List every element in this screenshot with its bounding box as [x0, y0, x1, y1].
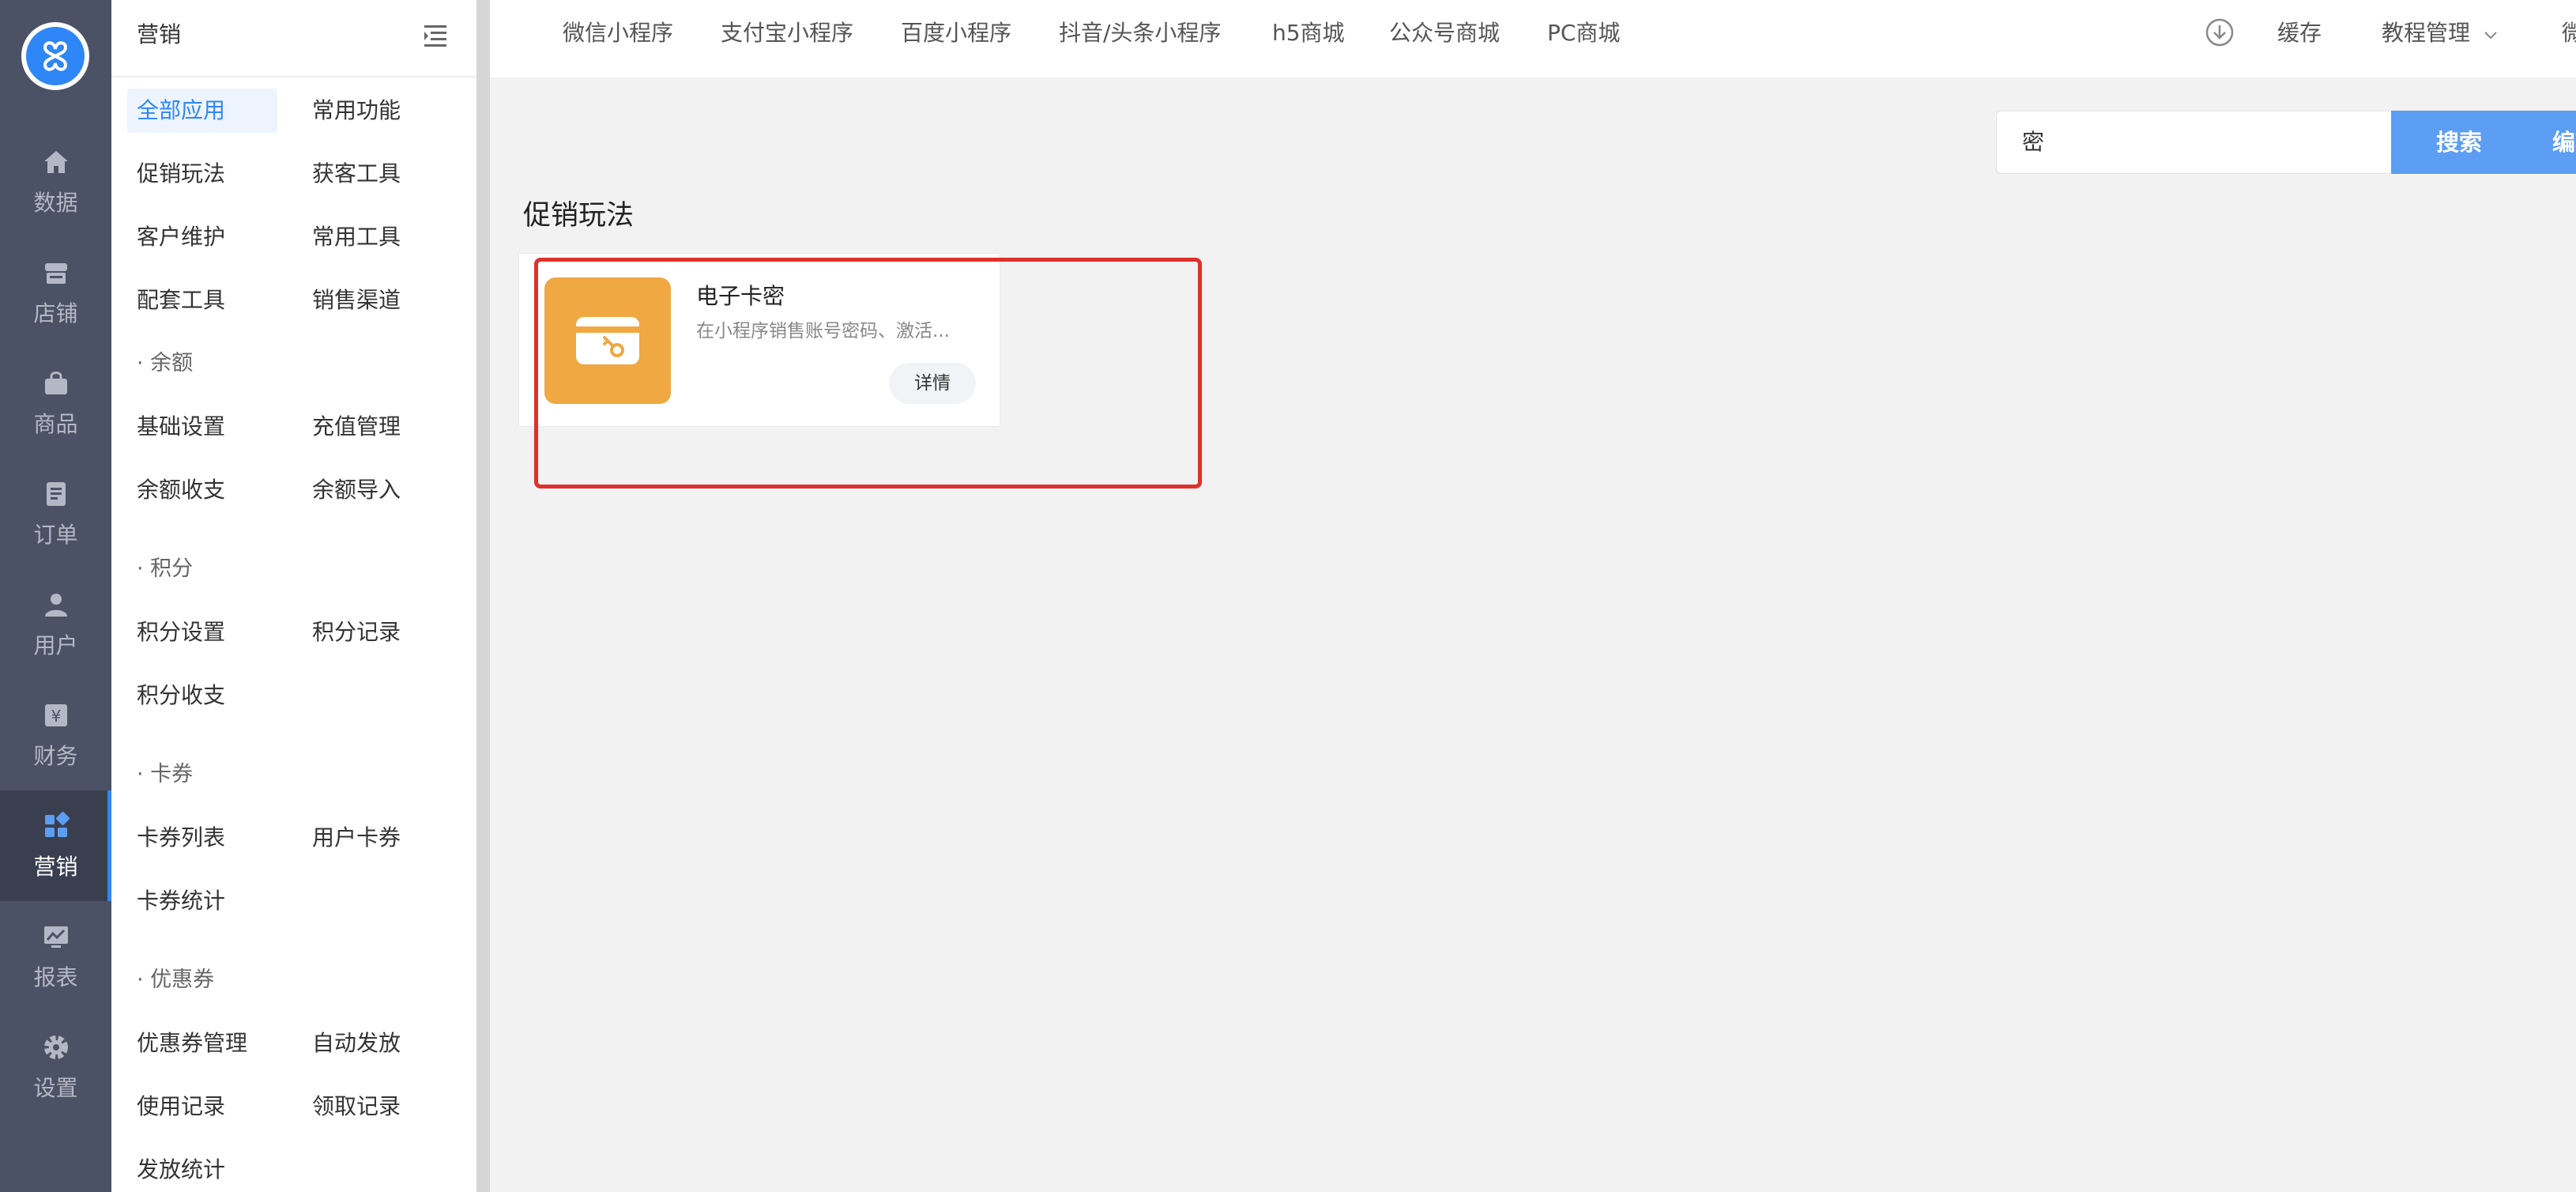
logo-icon [43, 41, 68, 71]
menu-section-cards: · 卡券 [137, 762, 194, 786]
cache-button[interactable]: 缓存 [2277, 16, 2322, 47]
collapse-menu-icon[interactable] [420, 19, 451, 51]
rail-item-label: 店铺 [33, 300, 78, 326]
search-input[interactable]: 密 [1996, 111, 2391, 174]
top-bar: 微信小程序 支付宝小程序 百度小程序 抖音/头条小程序 h5商城 公众号商城 P… [490, 0, 2576, 77]
menu-item-recharge[interactable]: 充值管理 [287, 405, 401, 449]
search-button[interactable]: 搜索 [2391, 111, 2527, 174]
tab-baidu-miniprogram[interactable]: 百度小程序 [901, 16, 1011, 47]
edit-button[interactable]: 编辑 [2518, 111, 2576, 174]
menu-item-balance-basic[interactable]: 基础设置 [111, 405, 225, 449]
rail-item-reports[interactable]: 报表 [0, 901, 111, 1012]
rail-item-users[interactable]: 用户 [0, 569, 111, 680]
menu-item-points-flow[interactable]: 积分收支 [111, 673, 225, 718]
tutorial-menu-label: 教程管理 [2382, 20, 2471, 46]
rail-item-label: 订单 [33, 522, 78, 548]
chevron-down-icon [2484, 20, 2498, 46]
menu-item-sales-channels[interactable]: 销售渠道 [287, 278, 401, 323]
menu-item-card-stats[interactable]: 卡券统计 [111, 879, 225, 923]
secondary-menu: 营销 全部应用 常用功能 促销玩法 获客工具 客户维护 常用工具 配套工具 销售… [111, 0, 476, 1192]
rail-item-label: 数据 [33, 190, 78, 216]
rail-item-marketing[interactable]: 营销 [0, 790, 111, 901]
menu-item-coupon-manage[interactable]: 优惠券管理 [111, 1021, 247, 1066]
store-icon [40, 257, 72, 289]
menu-item-customer-care[interactable]: 客户维护 [111, 215, 225, 259]
rail-item-store[interactable]: 店铺 [0, 237, 111, 348]
menu-section-balance: · 余额 [137, 351, 194, 375]
rail-item-goods[interactable]: 商品 [0, 348, 111, 458]
menu-section-coupons: · 优惠券 [137, 968, 215, 992]
top-bar-cut-off-item[interactable]: 微 [2562, 16, 2576, 47]
tab-douyin-miniprogram[interactable]: 抖音/头条小程序 [1059, 16, 1221, 47]
tab-official-account-store[interactable]: 公众号商城 [1389, 16, 1500, 47]
menu-section-points: · 积分 [137, 556, 194, 581]
rail-item-label: 营销 [33, 854, 78, 880]
download-icon[interactable] [2205, 17, 2235, 53]
svg-text:¥: ¥ [51, 707, 61, 726]
tab-wechat-miniprogram[interactable]: 微信小程序 [563, 16, 673, 47]
menu-item-issue-stats[interactable]: 发放统计 [111, 1148, 225, 1192]
order-icon [40, 478, 72, 510]
tab-h5-store[interactable]: h5商城 [1272, 16, 1345, 47]
menu-item-points-settings[interactable]: 积分设置 [111, 610, 225, 654]
submenu-title: 营销 [137, 21, 182, 47]
submenu-header: 营销 [111, 0, 476, 77]
panel-divider[interactable] [476, 0, 490, 1192]
gear-icon [40, 1032, 72, 1063]
highlight-annotation-box [534, 258, 1202, 488]
rail-item-data[interactable]: 数据 [0, 126, 111, 237]
home-icon [40, 146, 72, 178]
report-icon [40, 921, 72, 952]
yen-icon: ¥ [40, 700, 72, 731]
tab-alipay-miniprogram[interactable]: 支付宝小程序 [721, 16, 853, 47]
menu-item-acquire-tools[interactable]: 获客工具 [287, 152, 401, 196]
menu-item-usage-records[interactable]: 使用记录 [111, 1084, 225, 1129]
rail-item-finance[interactable]: ¥ 财务 [0, 680, 111, 790]
menu-item-support-tools[interactable]: 配套工具 [111, 278, 225, 323]
apps-icon [40, 810, 72, 842]
menu-item-balance-flow[interactable]: 余额收支 [111, 468, 225, 512]
rail-item-orders[interactable]: 订单 [0, 458, 111, 569]
rail-item-label: 用户 [33, 632, 78, 658]
tab-pc-store[interactable]: PC商城 [1547, 16, 1620, 47]
rail-item-label: 财务 [33, 743, 78, 769]
rail-item-settings[interactable]: 设置 [0, 1012, 111, 1122]
rail-item-label: 报表 [33, 964, 78, 990]
rail-item-label: 商品 [33, 411, 78, 437]
bag-icon [40, 368, 72, 399]
menu-item-common-tools[interactable]: 常用工具 [287, 215, 401, 259]
user-icon [40, 589, 72, 621]
main-nav-rail: 数据 店铺 商品 订单 用户 ¥ 财务 营销 报表 设置 [0, 0, 111, 1192]
menu-item-user-cards[interactable]: 用户卡券 [287, 816, 401, 860]
app-logo[interactable] [21, 22, 89, 90]
rail-item-label: 设置 [33, 1075, 78, 1101]
tutorial-menu[interactable]: 教程管理 [2382, 16, 2498, 47]
menu-item-common-features[interactable]: 常用功能 [287, 89, 401, 133]
menu-item-promo-play[interactable]: 促销玩法 [111, 152, 225, 196]
section-title: 促销玩法 [523, 200, 635, 232]
menu-item-auto-issue[interactable]: 自动发放 [287, 1021, 401, 1066]
menu-item-points-records[interactable]: 积分记录 [287, 610, 401, 654]
menu-item-balance-import[interactable]: 余额导入 [287, 468, 401, 512]
menu-item-all-apps[interactable]: 全部应用 [127, 89, 277, 133]
menu-item-claim-records[interactable]: 领取记录 [287, 1084, 401, 1129]
menu-item-card-list[interactable]: 卡券列表 [111, 816, 225, 860]
